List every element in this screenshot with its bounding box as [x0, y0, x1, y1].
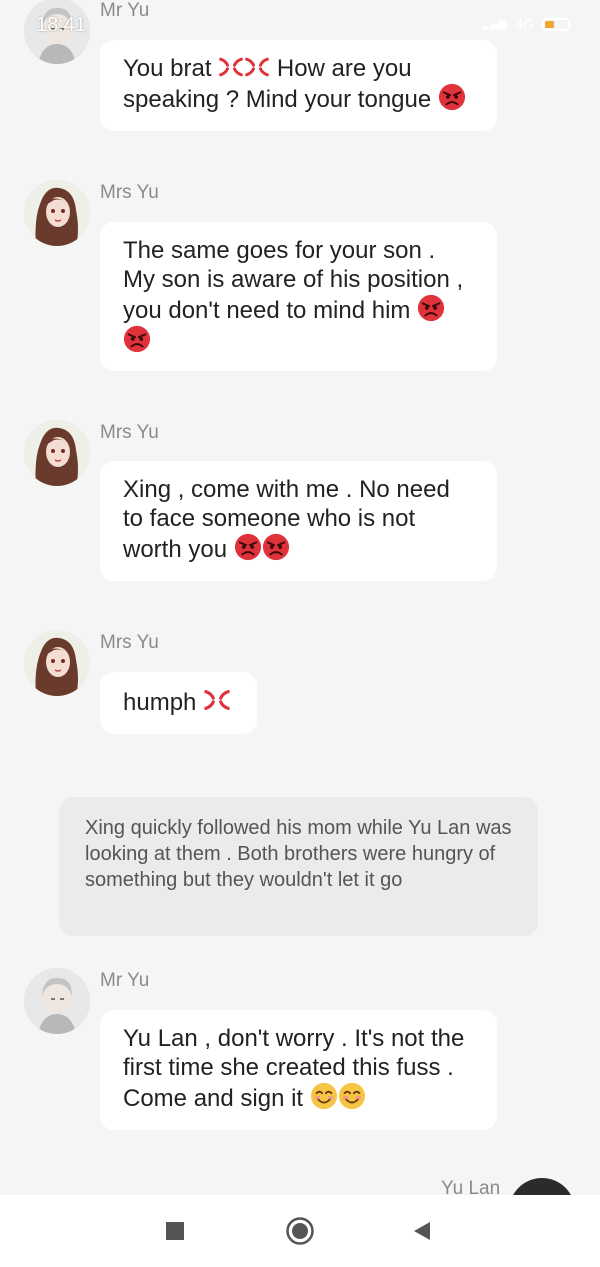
sender-name: Mrs Yu: [100, 632, 159, 653]
anger-symbol-icon: [244, 54, 270, 80]
message-line: you don't need to mind him: [123, 297, 411, 324]
avatar-mr-yu[interactable]: [24, 968, 90, 1034]
recent-apps-icon: [166, 1222, 184, 1240]
angry-face-icon: [234, 533, 262, 561]
back-button[interactable]: [400, 1209, 444, 1253]
back-icon: [414, 1222, 430, 1240]
battery-icon: [542, 17, 570, 31]
angry-face-icon: [262, 533, 290, 561]
avatar-woman-icon: [24, 630, 90, 696]
smiling-face-icon: [310, 1082, 338, 1110]
sender-name: Mr Yu: [100, 0, 150, 21]
home-button[interactable]: [278, 1209, 322, 1253]
message-line: My son is aware of his position ,: [123, 266, 464, 293]
avatar-woman-icon: [24, 420, 90, 486]
sender-name: Mr Yu: [100, 970, 150, 991]
message-text: You brat: [123, 55, 212, 82]
avatar-mrs-yu[interactable]: [24, 630, 90, 696]
angry-face-icon: [123, 325, 151, 353]
chat-bubble: The same goes for your son . My son is a…: [100, 222, 497, 371]
message-line: Come and sign it: [123, 1085, 304, 1112]
signal-icon: ▂▄▆: [481, 18, 508, 30]
narration-bubble: Xing quickly followed his mom while Yu L…: [59, 797, 538, 936]
angry-face-icon: [438, 83, 466, 111]
chat-bubble: Yu Lan , don't worry . It's not the firs…: [100, 1010, 497, 1130]
anger-symbol-icon: [203, 686, 231, 714]
message-line: worth you: [123, 536, 228, 563]
sender-name: Mrs Yu: [100, 182, 159, 203]
navigation-bar: [0, 1195, 600, 1267]
message-line: Xing , come with me . No need: [123, 476, 450, 503]
sender-name: Mrs Yu: [100, 422, 159, 443]
message-line: first time she created this fuss .: [123, 1054, 454, 1081]
chat-bubble: Xing , come with me . No need to face so…: [100, 461, 497, 581]
status-time: 18:41: [36, 14, 87, 36]
chat-bubble: You brat How are you speaking ? Mind you…: [100, 40, 497, 131]
network-type: 4G: [515, 16, 534, 32]
smiling-face-icon: [338, 1082, 366, 1110]
message-line: The same goes for your son .: [123, 237, 436, 264]
avatar-mrs-yu[interactable]: [24, 180, 90, 246]
home-icon: [286, 1217, 314, 1245]
avatar-mrs-yu[interactable]: [24, 420, 90, 486]
chat-bubble: humph: [100, 672, 257, 734]
message-line: to face someone who is not: [123, 505, 416, 532]
message-text: humph: [123, 689, 197, 716]
status-indicators: ▂▄▆ 4G: [482, 16, 570, 32]
anger-symbol-icon: [218, 54, 244, 80]
message-line: Yu Lan , don't worry . It's not the: [123, 1025, 465, 1052]
avatar-man-icon: [24, 968, 90, 1034]
avatar-woman-icon: [24, 180, 90, 246]
angry-face-icon: [417, 294, 445, 322]
recent-apps-button[interactable]: [153, 1209, 197, 1253]
